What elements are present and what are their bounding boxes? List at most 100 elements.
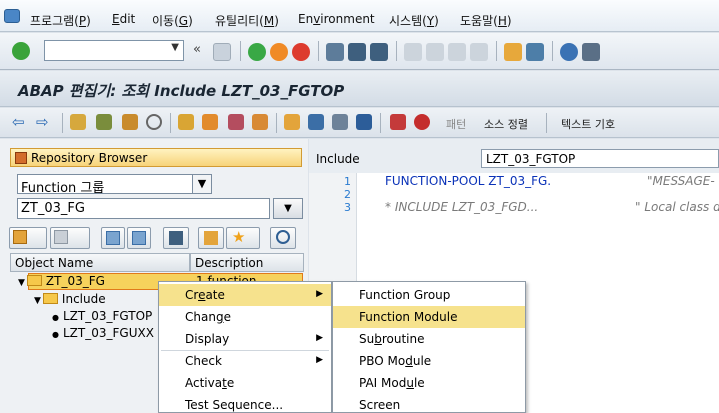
menu-item-change[interactable]: Change xyxy=(159,306,331,328)
repository-browser-button[interactable]: Repository Browser xyxy=(10,148,302,167)
menu-system[interactable]: 시스템(Y) xyxy=(389,12,439,29)
menu-item-pbo-module[interactable]: PBO Module xyxy=(333,350,525,372)
tree-folder-include[interactable]: ▼ Include xyxy=(34,292,106,306)
tree-item-include[interactable]: ● LZT_03_FGTOP xyxy=(52,309,152,323)
code-comment[interactable]: "MESSAGE- xyxy=(647,174,715,188)
test-icon[interactable] xyxy=(202,114,218,130)
hierarchy-button[interactable] xyxy=(198,227,224,249)
menu-item-function-module[interactable]: Function Module xyxy=(333,306,525,328)
code-line[interactable]: * INCLUDE LZT_03_FGD... xyxy=(385,200,538,214)
sap-menu-icon[interactable] xyxy=(4,9,20,23)
text-symbols-button[interactable]: 텍스트 기호 xyxy=(561,116,615,132)
info-icon[interactable] xyxy=(356,114,372,130)
tree-item-include[interactable]: ● LZT_03_FGUXX xyxy=(52,326,154,340)
where-used-icon[interactable] xyxy=(228,114,244,130)
folder-icon xyxy=(42,293,58,304)
code-line[interactable]: FUNCTION-POOL ZT_03_FG. xyxy=(385,174,551,188)
next-page-icon[interactable] xyxy=(448,43,466,61)
line-number: 2 xyxy=(344,188,351,201)
tree-root-node[interactable]: ▼ ZT_03_FG xyxy=(18,274,105,288)
previous-page-icon[interactable] xyxy=(426,43,444,61)
column-header-object-name[interactable]: Object Name xyxy=(10,253,190,272)
chevron-down-icon[interactable]: ▼ xyxy=(171,42,179,53)
menu-item-display[interactable]: Display ▶ xyxy=(159,328,331,350)
menu-item-check[interactable]: Check ▶ xyxy=(159,350,331,372)
menu-program[interactable]: 프로그램(P) xyxy=(30,12,91,29)
refresh-button[interactable] xyxy=(270,227,296,249)
object-name-input[interactable]: ZT_03_FG xyxy=(17,198,270,219)
toolbar-separator xyxy=(170,113,171,133)
collapse-tree-button[interactable] xyxy=(127,227,151,249)
table-icon[interactable] xyxy=(332,114,348,130)
object-name-dropdown-button[interactable]: ▼ xyxy=(273,198,303,219)
menu-bar: 프로그램(P) Edit 이동(G) 유틸리티(M) Environment 시… xyxy=(0,0,719,32)
toolbar-separator xyxy=(552,41,553,61)
code-comment[interactable]: " Local class d xyxy=(635,200,719,214)
line-number: 3 xyxy=(344,201,351,214)
forward-arrow-icon[interactable]: ⇨ xyxy=(36,113,49,131)
chevron-down-icon[interactable]: ▼ xyxy=(192,175,211,193)
menu-environment[interactable]: Environment xyxy=(298,12,375,26)
create-session-icon[interactable] xyxy=(504,43,522,61)
cancel-icon[interactable] xyxy=(292,43,310,61)
back-arrow-icon[interactable]: ⇦ xyxy=(12,113,25,131)
submenu-arrow-icon: ▶ xyxy=(316,333,323,343)
object-type-select[interactable]: Function 그룹 ▼ xyxy=(17,174,212,196)
activate-icon[interactable] xyxy=(178,114,194,130)
help-icon[interactable] xyxy=(560,43,578,61)
menu-item-activate[interactable]: Activate xyxy=(159,372,331,394)
create-submenu: Function Group Function Module Subroutin… xyxy=(332,281,526,413)
collapse-icon[interactable]: « xyxy=(193,42,201,57)
expand-triangle-icon[interactable]: ▼ xyxy=(34,296,41,306)
find-icon[interactable] xyxy=(348,43,366,61)
next-object-button[interactable] xyxy=(50,227,90,249)
menu-item-function-group[interactable]: Function Group xyxy=(333,284,525,306)
stop-icon[interactable] xyxy=(414,114,430,130)
expand-tree-button[interactable] xyxy=(101,227,125,249)
repository-icon xyxy=(15,152,27,164)
display-change-icon[interactable] xyxy=(70,114,86,130)
include-name-field: LZT_03_FGTOP xyxy=(481,149,719,168)
other-object-icon[interactable] xyxy=(122,114,138,130)
pattern-button[interactable]: 패턴 xyxy=(446,116,466,132)
menu-item-subroutine[interactable]: Subroutine xyxy=(333,328,525,350)
hierarchy-icon[interactable] xyxy=(284,114,300,130)
submenu-arrow-icon: ▶ xyxy=(316,289,323,299)
favorites-button[interactable]: ★ xyxy=(226,227,260,249)
exit-icon[interactable] xyxy=(270,43,288,61)
menu-item-screen[interactable]: Screen xyxy=(333,394,525,413)
save-icon[interactable] xyxy=(213,43,231,61)
collapse-icon xyxy=(132,231,146,245)
navigate-icon[interactable] xyxy=(252,114,268,130)
expand-triangle-icon[interactable]: ▼ xyxy=(18,278,25,288)
last-page-icon[interactable] xyxy=(470,43,488,61)
menu-goto[interactable]: 이동(G) xyxy=(152,12,193,29)
command-field[interactable]: ▼ xyxy=(44,40,184,61)
print-icon[interactable] xyxy=(326,43,344,61)
first-page-icon[interactable] xyxy=(404,43,422,61)
set-breakpoint-icon[interactable] xyxy=(390,114,406,130)
menu-item-test-sequence[interactable]: Test Sequence... xyxy=(159,394,331,413)
shortcut-icon[interactable] xyxy=(526,43,544,61)
menu-item-pai-module[interactable]: PAI Module xyxy=(333,372,525,394)
menu-edit[interactable]: Edit xyxy=(112,12,135,26)
menu-utilities[interactable]: 유틸리티(M) xyxy=(215,12,279,29)
include-header: Include LZT_03_FGTOP xyxy=(309,139,719,173)
find-next-icon[interactable] xyxy=(370,43,388,61)
layout-icon[interactable] xyxy=(582,43,600,61)
active-inactive-icon[interactable] xyxy=(96,114,112,130)
check-icon[interactable] xyxy=(146,114,162,130)
pretty-printer-button[interactable]: 소스 정렬 xyxy=(484,116,528,132)
menu-help[interactable]: 도움말(H) xyxy=(460,12,512,29)
column-header-description[interactable]: Description xyxy=(190,253,304,272)
object-list-icon[interactable] xyxy=(308,114,324,130)
previous-object-button[interactable] xyxy=(9,227,47,249)
star-icon: ★ xyxy=(232,228,246,246)
object-type-value: Function 그룹 xyxy=(21,181,105,196)
back-icon[interactable] xyxy=(248,43,266,61)
find-object-button[interactable] xyxy=(163,227,189,249)
enter-icon[interactable] xyxy=(12,42,30,60)
menu-item-create[interactable]: Create ▶ xyxy=(159,284,331,306)
command-toolbar: ▼ « xyxy=(0,33,719,70)
bullet-icon: ● xyxy=(52,313,59,322)
